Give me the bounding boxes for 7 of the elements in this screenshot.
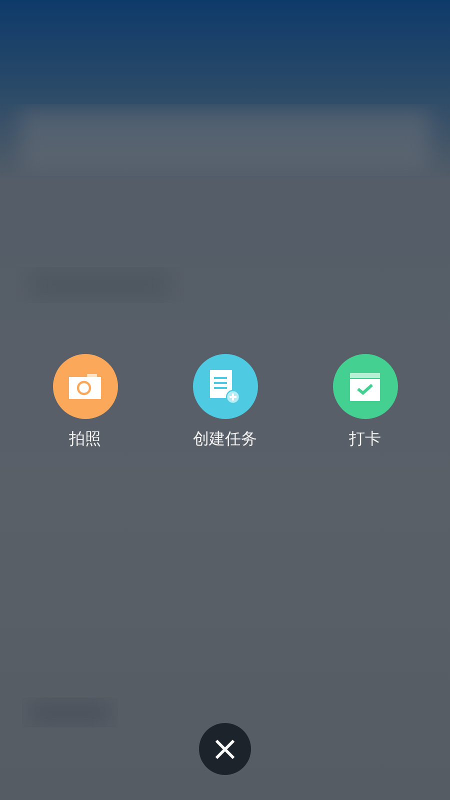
camera-icon [69,374,101,400]
close-button[interactable]: × [199,723,251,775]
calendar-check-icon [350,372,380,400]
action-label: 拍照 [69,429,101,449]
document-add-icon [210,370,240,404]
action-label: 打卡 [349,429,381,449]
action-label: 创建任务 [193,429,257,449]
